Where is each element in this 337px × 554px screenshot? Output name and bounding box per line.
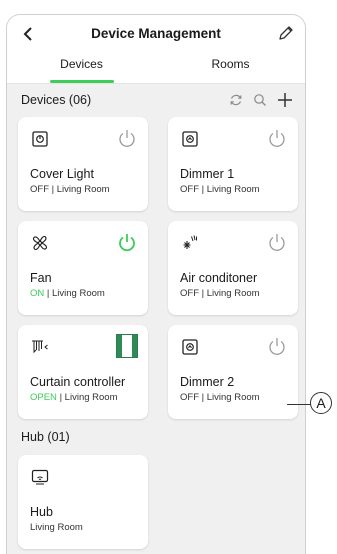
power-icon[interactable]	[266, 231, 288, 253]
device-status: OFF | Living Room	[180, 392, 260, 403]
tab-rooms[interactable]: Rooms	[156, 53, 305, 83]
tab-devices[interactable]: Devices	[7, 53, 156, 83]
device-status: OFF | Living Room	[30, 184, 110, 195]
device-card-fan[interactable]: Fan ON | Living Room	[18, 221, 148, 315]
device-card-dimmer-1[interactable]: Dimmer 1 OFF | Living Room	[168, 117, 298, 211]
callout-label: A	[310, 392, 332, 414]
tab-bar: Devices Rooms	[7, 53, 305, 83]
cover-light-icon	[32, 131, 48, 147]
device-name: Fan	[30, 271, 52, 285]
dimmer-icon	[182, 131, 198, 147]
devices-section-header: Devices (06)	[21, 90, 293, 110]
device-state: OFF	[180, 288, 199, 299]
device-name: Dimmer 2	[180, 375, 235, 389]
device-state: OFF	[180, 184, 199, 195]
app-header: Device Management Devices Rooms	[7, 15, 305, 84]
device-name: Dimmer 1	[180, 167, 235, 181]
devices-section-title: Devices (06)	[21, 93, 92, 107]
device-room: | Living Room	[201, 392, 260, 403]
device-card-hub[interactable]: Hub Living Room	[18, 455, 148, 549]
device-status: OPEN | Living Room	[30, 392, 118, 403]
device-name: Hub	[30, 505, 53, 519]
power-icon[interactable]	[116, 231, 138, 253]
device-name: Air conditoner	[180, 271, 258, 285]
device-room: | Living Room	[59, 392, 118, 403]
page-title: Device Management	[91, 26, 221, 41]
device-name: Cover Light	[30, 167, 94, 181]
device-card-cover-light[interactable]: Cover Light OFF | Living Room	[18, 117, 148, 211]
power-icon[interactable]	[116, 127, 138, 149]
device-room: | Living Room	[201, 288, 260, 299]
device-room: | Living Room	[46, 288, 105, 299]
callout-leader-line	[287, 404, 311, 405]
device-room: Living Room	[30, 522, 83, 533]
refresh-icon[interactable]	[229, 93, 243, 107]
device-status: OFF | Living Room	[180, 184, 260, 195]
device-state: OFF	[180, 392, 199, 403]
device-card-air-conditioner[interactable]: Air conditoner OFF | Living Room	[168, 221, 298, 315]
device-status: ON | Living Room	[30, 288, 105, 299]
power-icon[interactable]	[266, 335, 288, 357]
power-icon[interactable]	[266, 127, 288, 149]
hub-section-title: Hub (01)	[21, 430, 70, 444]
pencil-icon	[279, 26, 293, 40]
device-room: | Living Room	[51, 184, 110, 195]
device-state: OPEN	[30, 392, 57, 403]
device-state: OFF	[30, 184, 49, 195]
air-conditioner-icon	[183, 235, 197, 249]
device-name: Curtain controller	[30, 375, 126, 389]
device-card-curtain-controller[interactable]: Curtain controller OPEN | Living Room	[18, 325, 148, 419]
fan-icon	[32, 235, 48, 251]
curtain-status-thumbnail[interactable]	[116, 334, 138, 358]
hub-icon	[31, 469, 49, 485]
add-icon[interactable]	[277, 92, 293, 108]
edit-button[interactable]	[277, 24, 295, 42]
device-room: | Living Room	[201, 184, 260, 195]
device-state: ON	[30, 288, 45, 299]
phone-screen: Device Management Devices Rooms Devices …	[6, 14, 306, 554]
dimmer-icon	[182, 339, 198, 355]
device-status: OFF | Living Room	[180, 288, 260, 299]
hub-section-header: Hub (01)	[21, 427, 293, 447]
devices-toolbar	[229, 92, 293, 108]
search-icon[interactable]	[253, 93, 267, 107]
device-card-dimmer-2[interactable]: Dimmer 2 OFF | Living Room	[168, 325, 298, 419]
curtain-icon	[32, 340, 48, 354]
